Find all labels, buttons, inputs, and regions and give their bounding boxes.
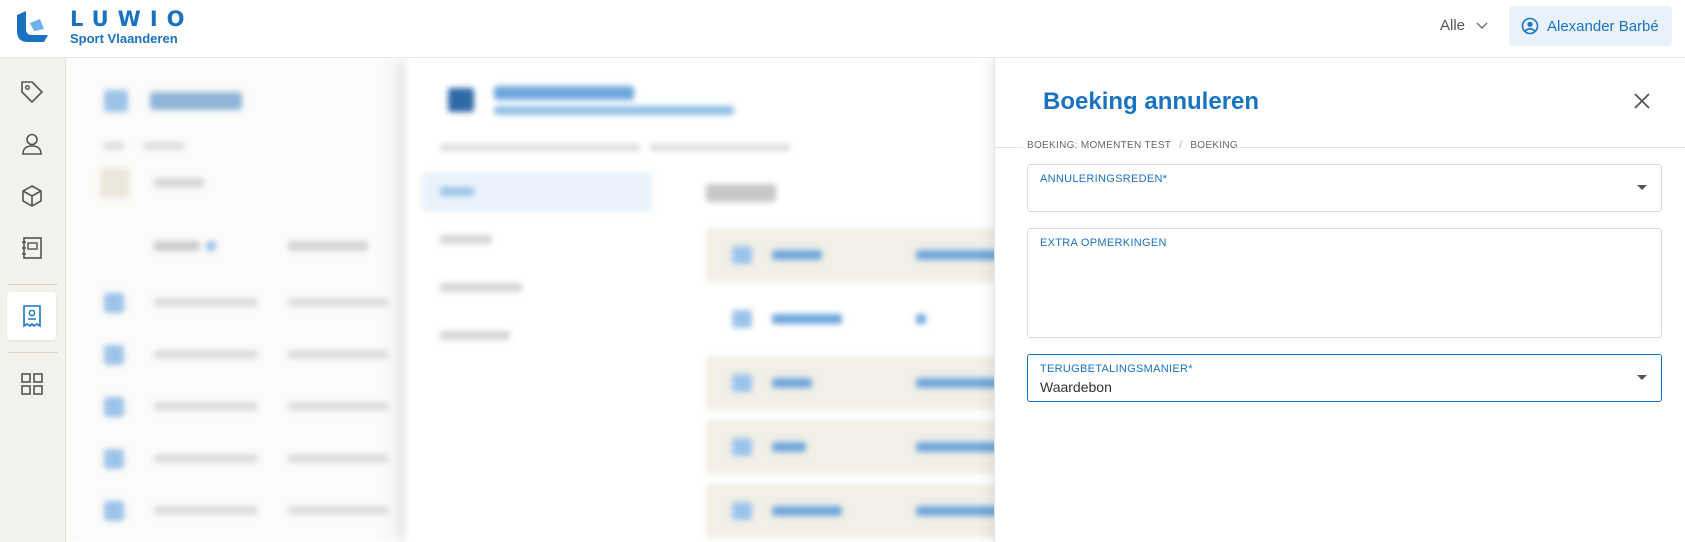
receipt-icon (22, 305, 41, 328)
chevron-down-icon (1476, 21, 1488, 29)
sidebar-item-apps[interactable] (7, 360, 56, 408)
dropdown-caret-icon (1637, 375, 1647, 380)
scope-selector[interactable]: Alle (1440, 17, 1489, 34)
contacts-book-icon (21, 237, 42, 259)
refund-method-label: TERUGBETALINGSMANIER* (1040, 363, 1193, 375)
user-icon (21, 133, 42, 155)
scope-label: Alle (1440, 17, 1466, 34)
background-detail (406, 58, 1006, 542)
sidebar-item-contacts[interactable] (7, 224, 56, 272)
tag-icon (20, 81, 43, 104)
breadcrumb-item-booking[interactable]: BOEKING (1190, 140, 1238, 151)
breadcrumb-line (995, 147, 1023, 148)
brand-logo[interactable]: LUWIO Sport Vlaanderen (14, 9, 194, 45)
breadcrumb: BOEKING: MOMENTEN TEST / BOEKING (995, 140, 1685, 154)
breadcrumb-item-booking-name[interactable]: BOEKING: MOMENTEN TEST (1027, 140, 1171, 151)
extra-remarks-label: EXTRA OPMERKINGEN (1040, 237, 1167, 249)
close-icon[interactable] (1631, 90, 1653, 112)
cancellation-reason-select[interactable]: ANNULERINGSREDEN* (1027, 164, 1662, 212)
user-circle-icon (1521, 17, 1539, 35)
extra-remarks-textarea[interactable] (1040, 257, 1648, 327)
user-menu-button[interactable]: Alexander Barbé (1509, 6, 1672, 46)
breadcrumb-separator: / (1179, 140, 1183, 151)
breadcrumb-line (1235, 147, 1685, 148)
refund-method-select[interactable]: TERUGBETALINGSMANIER* Waardebon (1027, 354, 1662, 402)
luwio-logo-icon (17, 11, 48, 42)
apps-grid-icon (20, 373, 43, 395)
sidebar-divider (8, 352, 58, 353)
sidebar-item-tags[interactable] (7, 68, 56, 116)
extra-remarks-field[interactable]: EXTRA OPMERKINGEN (1027, 228, 1662, 338)
sidebar-item-products[interactable] (7, 172, 56, 220)
box-icon (21, 185, 42, 207)
dropdown-caret-icon (1637, 185, 1647, 190)
sidebar-item-bookings[interactable] (7, 292, 56, 340)
panel-title: Boeking annuleren (1043, 88, 1260, 115)
cancellation-reason-label: ANNULERINGSREDEN* (1040, 173, 1168, 185)
user-name: Alexander Barbé (1547, 17, 1659, 35)
top-bar: LUWIO Sport Vlaanderen Alle Alexander Ba… (0, 0, 1685, 58)
sidebar-item-users[interactable] (7, 120, 56, 168)
background-list (66, 58, 406, 542)
sidebar-divider (8, 284, 58, 285)
refund-method-value: Waardebon (1040, 379, 1112, 395)
cancel-booking-panel: Boeking annuleren BOEKING: MOMENTEN TEST… (994, 58, 1685, 542)
brand-subtitle: Sport Vlaanderen (70, 31, 178, 46)
brand-name: LUWIO (70, 7, 194, 31)
sidebar (0, 58, 66, 542)
